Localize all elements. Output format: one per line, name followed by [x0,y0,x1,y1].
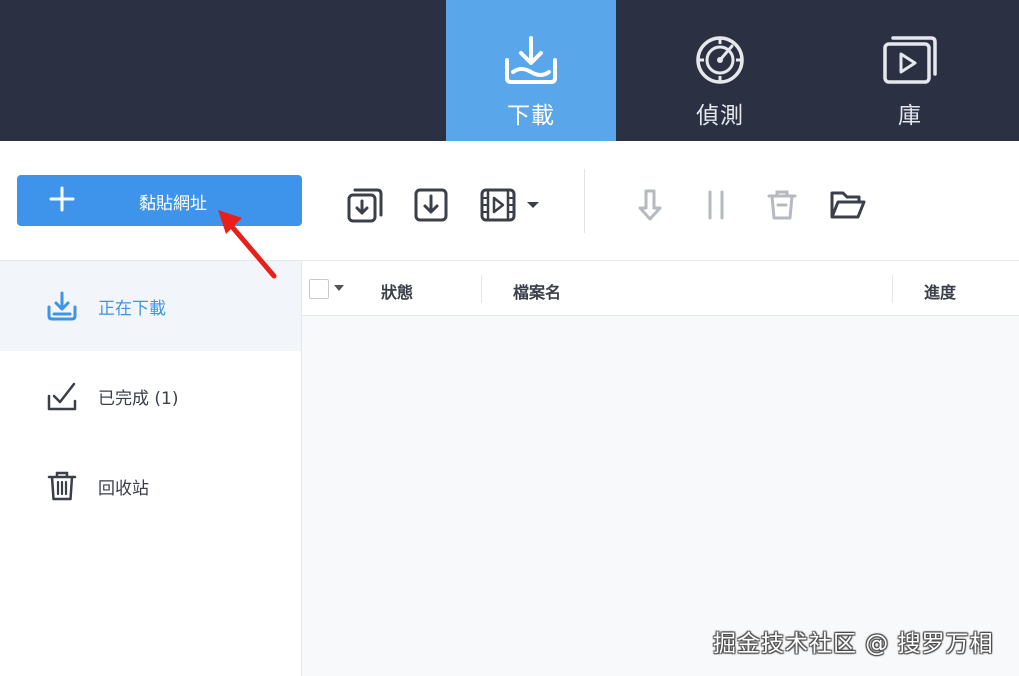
batch-download-icon[interactable] [345,185,385,225]
trash-icon [47,471,77,501]
paste-url-label: 黏貼網址 [139,194,207,214]
toolbar: 黏貼網址 [0,141,1019,261]
table-header: 狀態 檔案名 進度 [302,261,1019,316]
column-progress[interactable]: 進度 [924,279,956,303]
download-tray-icon [501,32,561,88]
top-nav-bar: 下載 偵測 庫 [0,0,1019,141]
sidebar-item-label: 回收站 [98,479,149,499]
download-list: 狀態 檔案名 進度 [302,261,1019,676]
delete-icon[interactable] [762,185,802,225]
tab-detect[interactable]: 偵測 [635,0,805,141]
open-folder-icon[interactable] [828,185,868,225]
column-divider [892,275,893,303]
resume-icon[interactable] [630,185,670,225]
column-filename[interactable]: 檔案名 [513,279,561,303]
downloading-icon [47,291,77,321]
tab-download-label: 下載 [507,103,555,129]
tab-library-label: 庫 [898,103,922,129]
sidebar-item-recycle-bin[interactable]: 回收站 [0,441,301,531]
detect-target-icon [690,32,750,88]
tab-download[interactable]: 下載 [446,0,616,141]
download-box-icon[interactable] [411,185,451,225]
column-divider [481,275,482,303]
sidebar-item-downloading[interactable]: 正在下載 [0,261,301,351]
toolbar-divider [584,169,585,233]
paste-url-button[interactable]: 黏貼網址 [17,175,302,226]
dropdown-caret-icon[interactable] [515,185,551,225]
completed-check-icon [47,382,77,411]
sidebar-item-label: 正在下載 [98,299,166,319]
tab-library[interactable]: 庫 [825,0,995,141]
video-download-icon[interactable] [478,185,518,225]
tab-detect-label: 偵測 [696,103,744,129]
video-library-icon [880,32,940,88]
select-all-checkbox[interactable] [309,279,329,299]
select-dropdown-icon[interactable] [334,285,344,291]
sidebar-item-label: 已完成 (1) [98,389,179,409]
watermark-text: 掘金技术社区 @ 搜罗万相 [713,631,994,657]
column-status[interactable]: 狀態 [381,279,413,303]
sidebar-item-completed[interactable]: 已完成 (1) [0,351,301,441]
sidebar: 正在下載 已完成 (1) 回收站 [0,261,302,676]
pause-icon[interactable] [696,185,736,225]
